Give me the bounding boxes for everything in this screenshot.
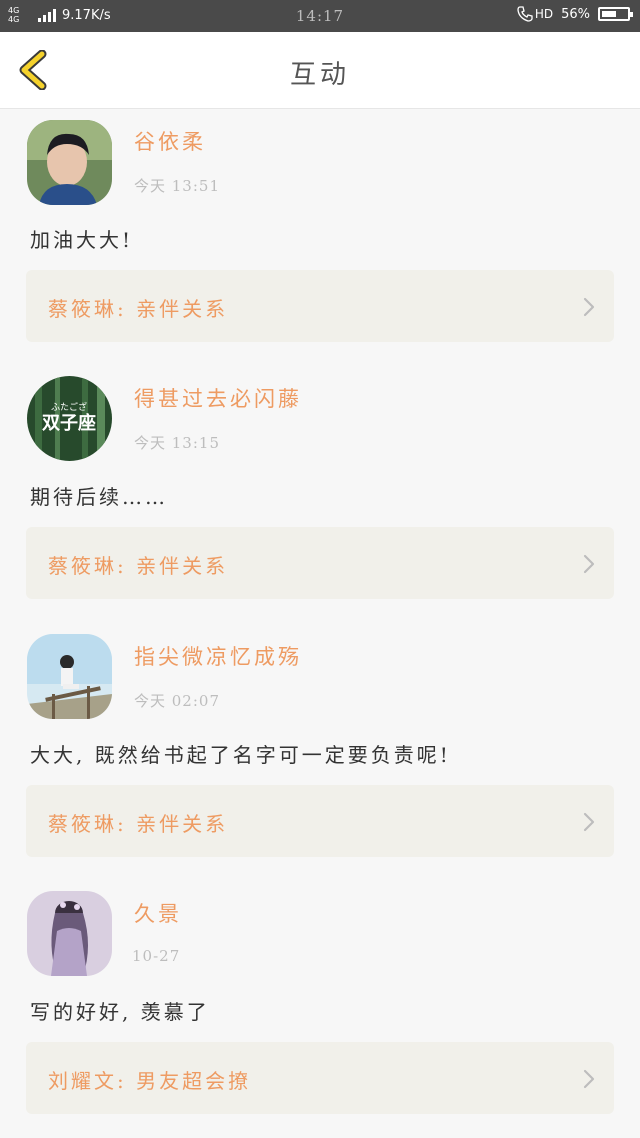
referenced-book[interactable]: 刘耀文: 男友超会撩	[26, 1042, 614, 1114]
comment-time: 今天 02:07	[134, 692, 220, 710]
user-name[interactable]: 久景	[134, 898, 182, 928]
book-title: 蔡筱琳: 亲伴关系	[48, 554, 229, 578]
avatar-caption: 双子座	[42, 412, 96, 434]
user-name[interactable]: 得甚过去必闪藤	[134, 383, 302, 413]
comment-time: 今天 13:15	[134, 434, 220, 452]
comment-time: 10-27	[132, 947, 181, 965]
battery-icon	[598, 7, 633, 21]
avatar[interactable]	[27, 120, 112, 205]
avatar-caption-small: ふたござ	[51, 401, 87, 413]
chevron-right-icon	[583, 812, 595, 832]
referenced-book[interactable]: 蔡筱琳: 亲伴关系	[26, 270, 614, 342]
comment-text: 加油大大!	[30, 228, 134, 252]
chevron-right-icon	[583, 554, 595, 574]
avatar[interactable]: ふたござ 双子座	[27, 376, 112, 461]
referenced-book[interactable]: 蔡筱琳: 亲伴关系	[26, 527, 614, 599]
comment-text: 写的好好, 羡慕了	[30, 1000, 210, 1024]
avatar[interactable]	[27, 634, 112, 719]
status-bar: 4G 4G 9.17K/s 14:17 HD 56%	[0, 0, 640, 32]
user-name[interactable]: 指尖微凉忆成殇	[134, 641, 302, 671]
chevron-right-icon	[583, 1069, 595, 1089]
header: 互动	[0, 32, 640, 109]
book-title: 刘耀文: 男友超会撩	[48, 1069, 252, 1093]
chevron-right-icon	[583, 297, 595, 317]
book-title: 蔡筱琳: 亲伴关系	[48, 812, 229, 836]
user-name[interactable]: 谷依柔	[134, 126, 206, 156]
hd-label: HD	[534, 7, 554, 21]
battery-percent: 56%	[561, 6, 590, 22]
book-title: 蔡筱琳: 亲伴关系	[48, 297, 229, 321]
comment-text: 大大, 既然给书起了名字可一定要负责呢!	[30, 743, 451, 767]
page-title: 互动	[289, 60, 350, 90]
comment-time: 今天 13:51	[134, 177, 220, 195]
referenced-book[interactable]: 蔡筱琳: 亲伴关系	[26, 785, 614, 857]
avatar[interactable]	[27, 891, 112, 976]
comment-text: 期待后续……	[30, 485, 168, 509]
phone-icon	[517, 6, 533, 22]
